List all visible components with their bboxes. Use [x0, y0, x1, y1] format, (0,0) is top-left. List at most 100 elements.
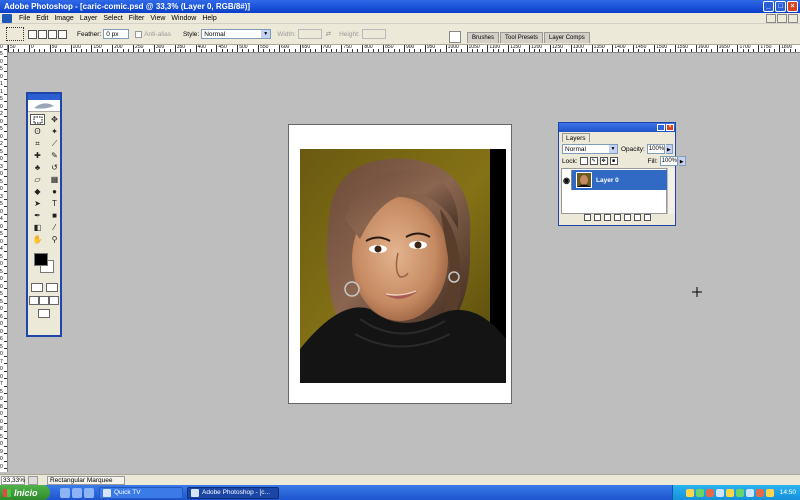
- tray-icon-2[interactable]: [695, 488, 704, 497]
- antialias-checkbox[interactable]: Anti-alias: [135, 30, 171, 38]
- menu-layer[interactable]: Layer: [77, 13, 101, 24]
- subtract-selection-icon[interactable]: [48, 29, 57, 39]
- layers-scrollbar[interactable]: [667, 168, 675, 214]
- zoom-level-field[interactable]: 33,33%: [1, 475, 25, 485]
- intersect-selection-icon[interactable]: [58, 29, 67, 39]
- eyedropper-tool-icon[interactable]: ⁄: [47, 222, 62, 233]
- clone-stamp-tool-icon[interactable]: ♣: [30, 162, 45, 173]
- chevron-down-icon[interactable]: ▼: [261, 30, 271, 38]
- menu-view[interactable]: View: [147, 13, 168, 24]
- tray-icon-3[interactable]: [705, 488, 714, 497]
- layer-name[interactable]: Layer 0: [596, 177, 619, 184]
- marquee-tool-preset-icon[interactable]: [6, 27, 24, 41]
- toolbox-header[interactable]: [28, 100, 60, 112]
- brush-tool-icon[interactable]: ✎: [47, 150, 62, 161]
- lock-transparency-icon[interactable]: [579, 157, 588, 165]
- quick-launch-ie-icon[interactable]: [60, 487, 70, 498]
- blur-tool-icon[interactable]: ◆: [30, 186, 45, 197]
- chevron-down-icon[interactable]: ▼: [609, 145, 617, 153]
- eye-icon[interactable]: ◉: [562, 170, 572, 190]
- tray-icon-1[interactable]: [685, 488, 694, 497]
- tab-tool-presets[interactable]: Tool Presets: [500, 32, 544, 43]
- layer-row[interactable]: ◉ Layer 0: [562, 170, 668, 190]
- tray-icon-5[interactable]: [725, 488, 734, 497]
- foreground-color-swatch[interactable]: [34, 253, 48, 266]
- rectangular-marquee-tool-icon[interactable]: [30, 114, 45, 125]
- doc-minimize-button[interactable]: [766, 14, 776, 23]
- volume-icon[interactable]: [745, 488, 754, 497]
- lock-all-icon[interactable]: ■: [609, 157, 618, 165]
- tray-icon-4[interactable]: [715, 488, 724, 497]
- hand-tool-icon[interactable]: ✋: [30, 234, 45, 245]
- shape-tool-icon[interactable]: ■: [47, 210, 62, 221]
- fill-input[interactable]: 100%: [659, 156, 678, 166]
- healing-brush-tool-icon[interactable]: ✚: [30, 150, 45, 161]
- antialias-checkbox-box[interactable]: [135, 30, 143, 38]
- history-brush-tool-icon[interactable]: ↺: [47, 162, 62, 173]
- menu-window[interactable]: Window: [168, 13, 199, 24]
- trash-icon[interactable]: [643, 214, 651, 221]
- crop-tool-icon[interactable]: ⌗: [30, 138, 45, 149]
- layer-style-icon[interactable]: [593, 214, 601, 221]
- new-group-icon[interactable]: [623, 214, 631, 221]
- menu-file[interactable]: File: [16, 13, 33, 24]
- file-browser-icon[interactable]: [449, 31, 461, 43]
- lock-position-icon[interactable]: ✥: [599, 157, 608, 165]
- layers-palette-titlebar[interactable]: ×: [559, 123, 675, 132]
- new-selection-icon[interactable]: [28, 29, 37, 39]
- tab-brushes[interactable]: Brushes: [467, 32, 500, 43]
- document-info-icon[interactable]: [28, 475, 38, 485]
- gradient-tool-icon[interactable]: ▦: [47, 174, 62, 185]
- close-button[interactable]: ×: [787, 1, 798, 12]
- lasso-tool-icon[interactable]: ʘ: [30, 126, 45, 137]
- adjustment-layer-icon[interactable]: [613, 214, 621, 221]
- notes-tool-icon[interactable]: ◧: [30, 222, 45, 233]
- menu-filter[interactable]: Filter: [126, 13, 148, 24]
- type-tool-icon[interactable]: T: [47, 198, 62, 209]
- layer-mask-icon[interactable]: [603, 214, 611, 221]
- new-layer-icon[interactable]: [633, 214, 641, 221]
- doc-restore-button[interactable]: [777, 14, 787, 23]
- doc-close-button[interactable]: [788, 14, 798, 23]
- add-selection-icon[interactable]: [38, 29, 47, 39]
- dodge-tool-icon[interactable]: ●: [47, 186, 62, 197]
- standard-mode-icon[interactable]: [30, 283, 43, 292]
- link-layers-icon[interactable]: [583, 214, 591, 221]
- menu-select[interactable]: Select: [100, 13, 125, 24]
- style-select[interactable]: Normal ▼: [201, 29, 272, 39]
- zoom-tool-icon[interactable]: ⚲: [47, 234, 62, 245]
- height-input[interactable]: [361, 29, 386, 39]
- width-input[interactable]: [297, 29, 322, 39]
- eraser-tool-icon[interactable]: ▱: [30, 174, 45, 185]
- palette-minimize-button[interactable]: [657, 124, 665, 131]
- feather-input[interactable]: 0 px: [103, 29, 130, 39]
- magic-wand-tool-icon[interactable]: ✦: [47, 126, 62, 137]
- blend-mode-select[interactable]: Normal ▼: [562, 144, 618, 154]
- lock-image-icon[interactable]: ✎: [589, 157, 598, 165]
- document-canvas[interactable]: [288, 124, 512, 404]
- menu-edit[interactable]: Edit: [33, 13, 51, 24]
- maximize-button[interactable]: □: [775, 1, 786, 12]
- menu-image[interactable]: Image: [51, 13, 76, 24]
- slice-tool-icon[interactable]: ⟋: [47, 138, 62, 149]
- tab-layer-comps[interactable]: Layer Comps: [544, 32, 590, 43]
- opacity-slider-arrow-icon[interactable]: ▶: [665, 144, 673, 154]
- move-tool-icon[interactable]: ✥: [47, 114, 62, 125]
- tray-icon-6[interactable]: [735, 488, 744, 497]
- full-screen-mode-icon[interactable]: [49, 296, 59, 305]
- taskbar-item-quicktv[interactable]: Quick TV: [99, 486, 183, 499]
- full-screen-menu-mode-icon[interactable]: [39, 296, 49, 305]
- taskbar-item-photoshop[interactable]: Adobe Photoshop - [c...: [187, 486, 279, 499]
- start-button[interactable]: Inicio: [0, 485, 50, 500]
- jump-to-imageready-icon[interactable]: [38, 309, 50, 318]
- fill-slider-arrow-icon[interactable]: ▶: [678, 156, 686, 166]
- tray-icon-8[interactable]: [755, 488, 764, 497]
- tray-icon-9[interactable]: [765, 488, 774, 497]
- quick-mask-mode-icon[interactable]: [45, 283, 58, 292]
- tab-layers[interactable]: Layers: [562, 133, 590, 142]
- opacity-input[interactable]: 100%: [646, 144, 665, 154]
- quick-launch-media-icon[interactable]: [84, 487, 94, 498]
- path-selection-tool-icon[interactable]: ➤: [30, 198, 45, 209]
- quick-launch-desktop-icon[interactable]: [72, 487, 82, 498]
- pen-tool-icon[interactable]: ✒: [30, 210, 45, 221]
